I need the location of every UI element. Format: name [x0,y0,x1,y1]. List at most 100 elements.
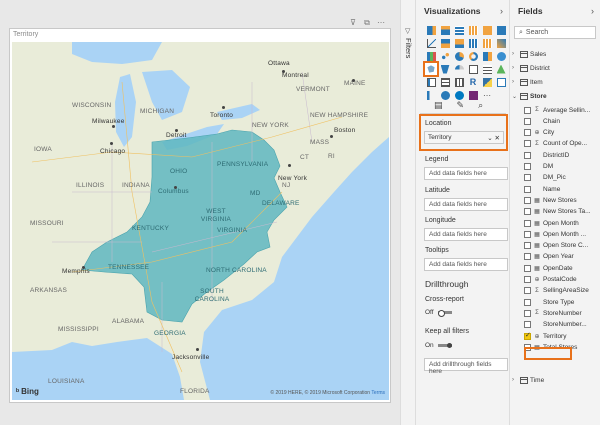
checkbox[interactable] [524,151,531,159]
slicer-icon[interactable] [425,76,437,88]
checkbox[interactable] [524,253,531,261]
line-stacked-column-icon[interactable] [481,37,493,49]
line-chart-icon[interactable] [425,37,437,49]
store-field-row[interactable]: Store Type [524,296,600,308]
table-icon[interactable] [439,76,451,88]
checkbox[interactable] [524,321,531,329]
store-field-row[interactable]: ⊕ PostalCode [524,274,600,286]
focus-mode-icon[interactable]: ⧉ [362,18,372,27]
terms-link[interactable]: Terms [371,390,385,396]
key-influencers-icon[interactable] [495,76,507,88]
more-options-icon[interactable]: ⋯ [376,18,386,27]
store-field-row[interactable]: Σ Average Sellin... [524,104,600,116]
store-field-row[interactable]: Name [524,183,600,195]
checkbox[interactable] [524,276,531,283]
checkbox[interactable] [524,174,531,182]
store-field-row[interactable]: Σ SellingAreaSize [524,285,600,297]
100-stacked-bar-icon[interactable] [481,24,493,36]
checkbox[interactable] [524,106,531,114]
store-field-row[interactable]: ⊕Territory [524,330,600,342]
table-time[interactable]: › Time [512,374,600,386]
area-chart-icon[interactable] [439,37,451,49]
latitude-dropzone[interactable]: Add data fields here [424,198,508,211]
matrix-icon[interactable] [453,76,465,88]
checkbox-checked[interactable] [524,331,531,340]
kpi-icon[interactable] [495,63,507,75]
checkbox[interactable] [524,264,531,272]
store-field-row[interactable]: DM_Pic [524,172,600,184]
store-field-row[interactable]: ⊕ City [524,127,600,139]
clustered-bar-icon[interactable] [453,24,465,36]
chevron-down-icon[interactable]: ⌄ [487,135,492,142]
cross-report-toggle[interactable]: Off [425,309,452,317]
toggle-on-switch[interactable] [437,343,452,348]
collapse-chevron-icon[interactable]: › [500,6,503,16]
toggle-off-switch[interactable] [437,310,452,317]
store-field-row[interactable]: ▦ Open Year [524,251,600,263]
close-icon[interactable]: ✕ [495,135,500,142]
store-field-row[interactable]: DM [524,161,600,173]
donut-chart-icon[interactable] [467,50,479,62]
checkbox[interactable] [524,230,531,238]
checkbox[interactable] [524,208,531,216]
stacked-bar-icon[interactable] [425,24,437,36]
collapse-chevron-icon[interactable]: › [591,6,594,16]
store-field-row[interactable]: StoreNumber... [524,319,600,331]
checkbox[interactable] [524,309,531,317]
store-field-row[interactable]: Σ StoreNumber [524,307,600,319]
store-field-row[interactable]: ▦ New Stores Ta... [524,206,600,218]
checkbox[interactable] [524,242,531,250]
checkbox[interactable] [524,196,531,204]
table-item[interactable]: › Item [512,76,600,88]
treemap-icon[interactable] [481,50,493,62]
format-paint-roller-icon[interactable]: ✎ [457,100,465,111]
store-field-row[interactable]: ▦ New Stores [524,194,600,206]
stacked-column-icon[interactable] [439,24,451,36]
pie-chart-icon[interactable] [453,50,465,62]
line-column-icon[interactable] [467,37,479,49]
table-district[interactable]: › District [512,62,600,74]
table-store[interactable]: ⌄ Store [512,90,600,102]
gauge-icon[interactable] [453,63,465,75]
checkbox[interactable] [524,163,531,170]
store-field-row[interactable]: ▦ Open Month [524,217,600,229]
scatter-chart-icon[interactable] [439,50,451,62]
store-field-row[interactable]: Chain [524,115,600,127]
tooltips-dropzone[interactable]: Add data fields here [424,258,508,271]
longitude-dropzone[interactable]: Add data fields here [424,228,508,241]
store-field-row[interactable]: ▦ Open Month ... [524,228,600,240]
store-field-row[interactable]: Σ Count of Ope... [524,138,600,150]
funnel-icon[interactable] [439,63,451,75]
checkbox[interactable] [524,140,531,148]
map-visual[interactable]: ⊽ ⧉ ⋯ Territory WISCONSIN MICHIGAN IOWA … [9,18,391,403]
store-field-row[interactable]: DistrictID [524,149,600,161]
fields-well-icon[interactable]: ▤ [434,100,443,111]
location-field-pill[interactable]: Territory ⌄ ✕ [424,131,504,144]
checkbox[interactable] [524,117,531,125]
filter-icon[interactable]: ⊽ [348,18,358,27]
map-area[interactable]: WISCONSIN MICHIGAN IOWA ILLINOIS INDIANA… [12,42,389,400]
keep-filters-toggle[interactable]: On [425,342,452,349]
checkbox[interactable] [524,219,531,227]
multi-row-card-icon[interactable] [481,63,493,75]
filters-pane-collapsed[interactable]: ▽ Filters [400,0,416,425]
drillthrough-dropzone[interactable]: Add drillthrough fields here [424,358,508,375]
checkbox[interactable] [524,298,531,306]
100-stacked-column-icon[interactable] [495,24,507,36]
store-field-row[interactable]: ▦ OpenDate [524,262,600,274]
waterfall-icon[interactable] [425,50,437,62]
python-visual-icon[interactable] [481,76,493,88]
card-icon[interactable] [467,63,479,75]
store-field-row[interactable]: ▦ Open Store C... [524,240,600,252]
checkbox[interactable] [524,185,531,193]
filled-map-icon[interactable] [423,61,439,77]
ribbon-chart-icon[interactable] [495,37,507,49]
table-sales[interactable]: › Sales [512,48,600,60]
r-visual-icon[interactable]: R [467,76,479,88]
analytics-magnifier-icon[interactable]: ⌕ [478,100,483,111]
clustered-column-icon[interactable] [467,24,479,36]
fields-search-input[interactable]: ⌕ Search [514,26,596,39]
checkbox[interactable] [524,287,531,295]
legend-dropzone[interactable]: Add data fields here [424,167,508,180]
map-icon[interactable] [495,50,507,62]
